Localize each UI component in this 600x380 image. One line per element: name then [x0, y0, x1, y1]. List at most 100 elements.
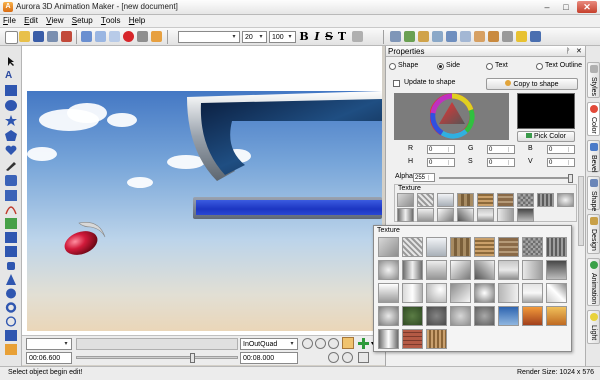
shape-style-6-icon[interactable]: [460, 31, 471, 42]
texture-swatch-mini[interactable]: [537, 193, 554, 207]
copy-icon[interactable]: [95, 31, 106, 42]
texture-swatch-mini[interactable]: [437, 208, 454, 222]
radio-text[interactable]: [486, 63, 493, 70]
loop-icon[interactable]: [302, 338, 313, 349]
color-picker-area[interactable]: [394, 93, 509, 140]
sphere-tool-icon[interactable]: [5, 288, 17, 299]
red-lens-shape[interactable]: [61, 219, 109, 259]
strike-button[interactable]: S: [324, 30, 334, 43]
plant-tool-icon[interactable]: [5, 218, 17, 229]
texture-swatch[interactable]: [522, 283, 543, 303]
scale-combo[interactable]: 100 ▾: [269, 31, 296, 43]
texture-swatch[interactable]: [450, 283, 471, 303]
menu-file[interactable]: File: [0, 15, 19, 25]
texture-swatch-mini[interactable]: [517, 193, 534, 207]
menu-edit[interactable]: Edit: [21, 15, 41, 25]
texture-swatch-mini[interactable]: [497, 193, 514, 207]
tab-bevel[interactable]: Bevel: [587, 140, 600, 173]
forward-icon[interactable]: [328, 338, 339, 349]
pin-panel-button[interactable]: ᚹ: [566, 46, 570, 57]
image-tool-icon[interactable]: [5, 190, 17, 201]
texture-swatch[interactable]: [450, 306, 471, 326]
texture-swatch[interactable]: [546, 306, 567, 326]
properties-icon[interactable]: [137, 31, 148, 42]
cone-tool-icon[interactable]: [5, 274, 17, 285]
texture-swatch[interactable]: [498, 237, 519, 257]
save-as-icon[interactable]: [47, 31, 58, 42]
maximize-button[interactable]: □: [557, 1, 575, 13]
rectangle-tool-icon[interactable]: [5, 85, 17, 96]
texture-swatch[interactable]: [498, 283, 519, 303]
close-panel-button[interactable]: ✕: [576, 46, 582, 57]
shape-style-8-icon[interactable]: [488, 31, 499, 42]
texture-swatch[interactable]: [522, 237, 543, 257]
cut-icon[interactable]: [81, 31, 92, 42]
menu-view[interactable]: View: [43, 15, 66, 25]
delete-icon[interactable]: [123, 31, 134, 42]
heart-tool-icon[interactable]: [5, 145, 17, 156]
text-spacing-button[interactable]: T: [337, 30, 347, 43]
tab-shape[interactable]: Shape: [587, 176, 600, 211]
scene-canvas[interactable]: [27, 91, 382, 331]
color-wheel[interactable]: [430, 93, 475, 140]
polygon-tool-icon[interactable]: [5, 130, 17, 141]
texture-swatch-mini[interactable]: [477, 208, 494, 222]
curve-tool-icon[interactable]: [5, 204, 17, 215]
shape-style-1-icon[interactable]: [390, 31, 401, 42]
timeline-settings-icon[interactable]: [358, 352, 369, 363]
texture-swatch[interactable]: [474, 306, 495, 326]
texture-swatch-mini[interactable]: [397, 193, 414, 207]
select-arrow-icon[interactable]: [5, 56, 17, 67]
shape-style-9-icon[interactable]: [502, 31, 513, 42]
tab-light[interactable]: Light: [587, 310, 600, 344]
align-icon[interactable]: [352, 31, 363, 42]
timeline-track[interactable]: [76, 338, 238, 350]
texture-swatch[interactable]: [378, 329, 399, 349]
panel-scrollbar[interactable]: [578, 176, 584, 246]
texture-swatch[interactable]: [402, 237, 423, 257]
texture-swatch-mini[interactable]: [397, 208, 414, 222]
texture-swatch[interactable]: [426, 237, 447, 257]
texture-swatch[interactable]: [402, 329, 423, 349]
pick-color-button[interactable]: Pick Color: [517, 131, 575, 142]
texture-swatch[interactable]: [546, 260, 567, 280]
shape-style-7-icon[interactable]: [474, 31, 485, 42]
alpha-slider-track[interactable]: [439, 174, 573, 183]
export-icon[interactable]: [61, 31, 72, 42]
texture-swatch[interactable]: [522, 306, 543, 326]
tab-animation[interactable]: Animation: [587, 258, 600, 306]
time-slider-track[interactable]: [76, 353, 238, 363]
shape-style-3-icon[interactable]: [418, 31, 429, 42]
easing-combo[interactable]: InOutQuad ▾: [240, 338, 298, 350]
texture-swatch-mini[interactable]: [457, 193, 474, 207]
shape-style-2-icon[interactable]: [404, 31, 415, 42]
texture-swatch[interactable]: [378, 283, 399, 303]
ring-tool-icon[interactable]: [5, 316, 17, 327]
menu-help[interactable]: Help: [126, 15, 148, 25]
texture-swatch[interactable]: [474, 237, 495, 257]
texture-swatch-mini[interactable]: [477, 193, 494, 207]
menu-setup[interactable]: Setup: [69, 15, 96, 25]
texture-swatch[interactable]: [426, 329, 447, 349]
shape-style-4-icon[interactable]: [432, 31, 443, 42]
texture-swatch[interactable]: [522, 260, 543, 280]
bold-button[interactable]: B: [299, 30, 309, 43]
tab-design[interactable]: Design: [587, 214, 600, 254]
texture-swatch[interactable]: [378, 260, 399, 280]
texture-swatch-mini[interactable]: [417, 208, 434, 222]
play-icon[interactable]: [328, 352, 339, 363]
image-import-icon[interactable]: [5, 344, 17, 355]
font-size-combo[interactable]: 20 ▾: [242, 31, 267, 43]
arched-3d-shape[interactable]: [187, 91, 382, 201]
texture-swatch-mini[interactable]: [517, 208, 534, 222]
alpha-slider-thumb[interactable]: [568, 174, 573, 183]
radio-side[interactable]: [437, 63, 444, 70]
time-slider-thumb[interactable]: [190, 353, 196, 363]
texture-swatch[interactable]: [474, 283, 495, 303]
texture-swatch[interactable]: [450, 260, 471, 280]
current-time-field[interactable]: 00:06.600: [26, 352, 72, 364]
alpha-spinbox[interactable]: 255: [413, 173, 435, 182]
open-folder-icon[interactable]: [19, 31, 30, 42]
keyframe-combo[interactable]: ▾: [26, 338, 72, 350]
cube-icon[interactable]: [530, 31, 541, 42]
